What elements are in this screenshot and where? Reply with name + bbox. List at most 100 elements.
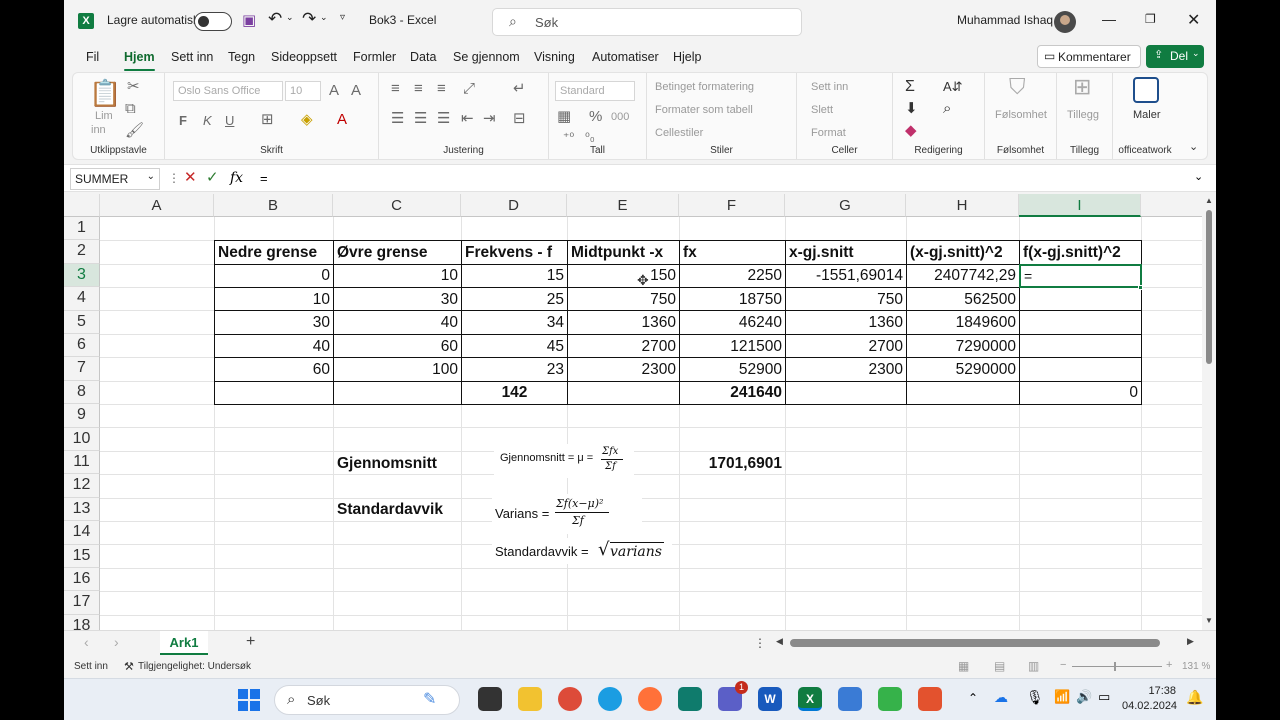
column-header-j[interactable] [1141, 194, 1202, 217]
row-header[interactable]: 7 [64, 357, 100, 381]
table-header-cell[interactable]: Frekvens - f [462, 241, 567, 264]
row-header[interactable]: 8 [64, 380, 100, 405]
copy-icon[interactable]: ⧉ [125, 101, 136, 117]
table-cell[interactable]: 46240 [680, 311, 785, 334]
column-header-i[interactable]: I [1019, 194, 1141, 217]
row-header[interactable]: 1 [64, 217, 100, 241]
row-header[interactable]: 10 [64, 427, 100, 451]
underline-icon[interactable]: U [225, 113, 234, 129]
stdev-label[interactable]: Standardavvik [334, 498, 461, 521]
microphone-icon[interactable]: 🎙 [1026, 689, 1044, 706]
zoom-slider[interactable] [1072, 666, 1162, 667]
apps-icon[interactable] [678, 687, 702, 711]
row-header[interactable]: 11 [64, 451, 100, 475]
scroll-down-icon[interactable]: ▼ [1205, 616, 1213, 625]
row-header[interactable]: 13 [64, 497, 100, 522]
enter-icon[interactable]: ✓ [206, 169, 219, 187]
table-cell[interactable]: 7290000 [907, 335, 1019, 358]
tab-visning[interactable]: Visning [534, 50, 575, 64]
row-header[interactable]: 3 [64, 263, 100, 288]
sort-filter-icon[interactable]: A⇵ [943, 79, 963, 95]
increase-font-icon[interactable]: A [329, 83, 339, 99]
row-header[interactable]: 4 [64, 287, 100, 311]
table-cell[interactable]: 40 [334, 311, 461, 334]
addins-icon[interactable]: ⊞ [1073, 76, 1091, 98]
mean-value[interactable]: 1701,6901 [680, 452, 785, 475]
zoom-in-icon[interactable]: + [1166, 659, 1172, 671]
name-box[interactable]: SUMMER ⌄ [70, 168, 160, 190]
scroll-left-icon[interactable]: ◀ [776, 636, 783, 647]
column-header-a[interactable]: A [100, 194, 214, 217]
table-cell[interactable]: 5290000 [907, 358, 1019, 381]
table-cell[interactable]: 10 [215, 288, 333, 311]
font-name-combo[interactable]: Oslo Sans Office [173, 81, 283, 101]
font-color-icon[interactable]: A [337, 112, 347, 128]
edge-icon[interactable] [598, 687, 622, 711]
row-header[interactable]: 15 [64, 544, 100, 568]
table-cell[interactable]: 2700 [568, 335, 679, 358]
table-cell[interactable]: 60 [215, 358, 333, 381]
row-header[interactable]: 12 [64, 474, 100, 498]
table-cell[interactable]: 1360 [568, 311, 679, 334]
zoom-out-icon[interactable]: − [1060, 659, 1066, 671]
horizontal-scroll-thumb[interactable] [790, 639, 1160, 647]
tab-fil[interactable]: Fil [86, 50, 99, 64]
number-format-combo[interactable]: Standard [555, 81, 635, 101]
borders-icon[interactable]: ⊞ [261, 112, 274, 128]
delete-cells[interactable]: Slett [811, 104, 833, 116]
table-cell[interactable]: 23 [462, 358, 567, 381]
tab-data[interactable]: Data [410, 50, 436, 64]
next-sheet-icon[interactable]: › [114, 634, 119, 650]
bold-icon[interactable]: F [179, 113, 187, 129]
merge-center-icon[interactable]: ⊟ [513, 111, 526, 127]
tab-sett-inn[interactable]: Sett inn [171, 50, 213, 64]
paste-icon[interactable]: 📋 [89, 79, 121, 107]
table-header-cell[interactable]: f(x-gj.snitt)^2 [1020, 241, 1141, 264]
volume-icon[interactable]: 🔊 [1076, 689, 1092, 705]
onedrive-icon[interactable]: ☁ [994, 689, 1008, 706]
table-cell[interactable]: 25 [462, 288, 567, 311]
undo-icon[interactable]: ↶ [268, 9, 282, 29]
prev-sheet-icon[interactable]: ‹ [84, 634, 89, 650]
avatar[interactable] [1054, 11, 1076, 33]
zoom-slider-thumb[interactable] [1114, 662, 1116, 671]
save-icon[interactable]: ▣ [242, 11, 256, 29]
table-header-cell[interactable]: Midtpunkt -x [568, 241, 679, 264]
wrap-text-icon[interactable]: ↵ [513, 81, 526, 97]
wifi-icon[interactable]: 📶 [1054, 689, 1070, 705]
table-cell[interactable]: 2700 [786, 335, 906, 358]
table-cell[interactable]: 40 [215, 335, 333, 358]
windows-start-icon[interactable] [238, 689, 260, 711]
sheet-tab-ark1[interactable]: Ark1 [160, 631, 208, 655]
table-cell[interactable]: 100 [334, 358, 461, 381]
table-header-cell[interactable]: fx [680, 241, 785, 264]
frequency-total[interactable]: 142 [462, 381, 567, 404]
cut-icon[interactable]: ✂ [127, 79, 140, 95]
excel-taskbar-icon[interactable]: X [798, 687, 822, 711]
column-header-f[interactable]: F [679, 194, 785, 217]
table-cell[interactable]: 30 [334, 288, 461, 311]
row-header[interactable]: 2 [64, 240, 100, 264]
table-cell[interactable]: 562500 [907, 288, 1019, 311]
variance-sum-total[interactable]: 0 [1020, 381, 1141, 404]
table-cell[interactable]: 10 [334, 264, 461, 287]
table-cell[interactable]: 15 [462, 264, 567, 287]
templates-icon[interactable] [1133, 77, 1159, 103]
table-cell[interactable] [1020, 358, 1141, 381]
sensitivity-icon[interactable]: ⛉ [1009, 76, 1026, 98]
cancel-icon[interactable]: ✕ [184, 169, 197, 187]
clear-icon[interactable]: ◆ [905, 123, 917, 139]
table-cell[interactable]: 30 [215, 311, 333, 334]
increase-decimal-icon[interactable]: ⁺⁰ [563, 129, 574, 145]
table-cell[interactable]: 60 [334, 335, 461, 358]
table-cell[interactable]: 2300 [786, 358, 906, 381]
clipchamp-icon[interactable] [918, 687, 942, 711]
tab-hjelp[interactable]: Hjelp [673, 50, 702, 64]
restore-icon[interactable]: ❐ [1145, 12, 1156, 26]
table-cell[interactable]: 1849600 [907, 311, 1019, 334]
sensitivity-button[interactable]: Følsomhet [995, 109, 1047, 121]
table-header-cell[interactable]: x-gj.snitt [786, 241, 906, 264]
name-box-dropdown-icon[interactable]: ⌄ [147, 171, 155, 182]
zoom-level[interactable]: 131 % [1182, 661, 1210, 672]
normal-view-icon[interactable]: ▦ [958, 659, 969, 673]
